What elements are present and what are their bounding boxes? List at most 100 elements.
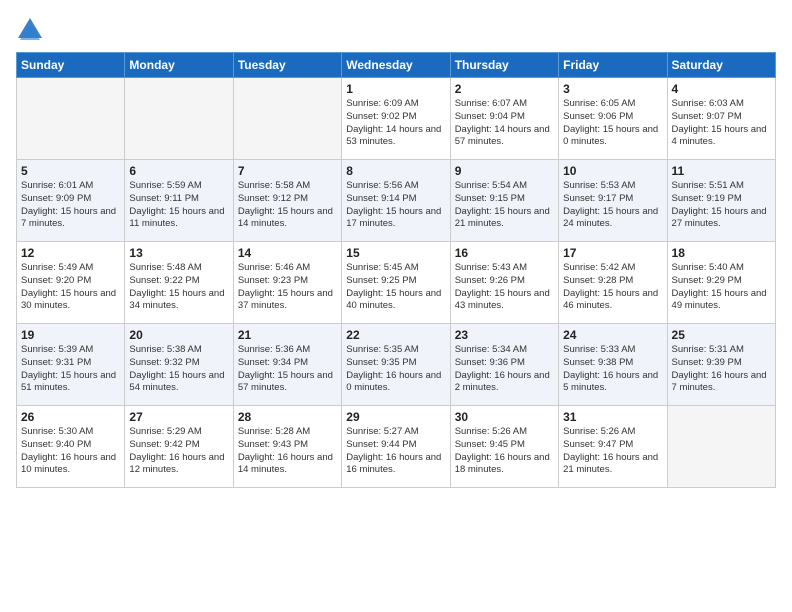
day-number: 8 xyxy=(346,164,445,178)
day-number: 19 xyxy=(21,328,120,342)
calendar-cell: 11 Sunrise: 5:51 AM Sunset: 9:19 PM Dayli… xyxy=(667,160,775,242)
weekday-header-friday: Friday xyxy=(559,53,667,78)
day-info: Sunrise: 5:36 AM Sunset: 9:34 PM Dayligh… xyxy=(238,344,337,395)
day-number: 6 xyxy=(129,164,228,178)
day-info: Sunrise: 5:40 AM Sunset: 9:29 PM Dayligh… xyxy=(672,262,771,313)
calendar-cell xyxy=(17,78,125,160)
week-row-1: 5 Sunrise: 6:01 AM Sunset: 9:09 PM Daylig… xyxy=(17,160,776,242)
week-row-4: 26 Sunrise: 5:30 AM Sunset: 9:40 PM Dayli… xyxy=(17,406,776,488)
calendar-cell: 31Sunrise: 5:26 AM Sunset: 9:47 PM Dayli… xyxy=(559,406,667,488)
day-number: 13 xyxy=(129,246,228,260)
calendar-cell: 22 Sunrise: 5:35 AM Sunset: 9:35 PM Dayli… xyxy=(342,324,450,406)
day-info: Sunrise: 5:26 AM Sunset: 9:45 PM Dayligh… xyxy=(455,426,554,477)
weekday-header-thursday: Thursday xyxy=(450,53,558,78)
day-number: 14 xyxy=(238,246,337,260)
day-number: 21 xyxy=(238,328,337,342)
calendar-cell xyxy=(125,78,233,160)
calendar: SundayMondayTuesdayWednesdayThursdayFrid… xyxy=(16,52,776,488)
header xyxy=(16,16,776,44)
day-info: Sunrise: 5:56 AM Sunset: 9:14 PM Dayligh… xyxy=(346,180,445,231)
week-row-2: 12 Sunrise: 5:49 AM Sunset: 9:20 PM Dayli… xyxy=(17,242,776,324)
day-info: Sunrise: 6:07 AM Sunset: 9:04 PM Dayligh… xyxy=(455,98,554,149)
calendar-cell: 12 Sunrise: 5:49 AM Sunset: 9:20 PM Dayli… xyxy=(17,242,125,324)
day-number: 17 xyxy=(563,246,662,260)
day-number: 1 xyxy=(346,82,445,96)
day-number: 15 xyxy=(346,246,445,260)
calendar-cell: 3 Sunrise: 6:05 AM Sunset: 9:06 PM Daylig… xyxy=(559,78,667,160)
day-number: 11 xyxy=(672,164,771,178)
day-info: Sunrise: 5:46 AM Sunset: 9:23 PM Dayligh… xyxy=(238,262,337,313)
calendar-cell xyxy=(233,78,341,160)
calendar-cell: 7 Sunrise: 5:58 AM Sunset: 9:12 PM Daylig… xyxy=(233,160,341,242)
calendar-cell: 23 Sunrise: 5:34 AM Sunset: 9:36 PM Dayli… xyxy=(450,324,558,406)
calendar-cell xyxy=(667,406,775,488)
day-number: 5 xyxy=(21,164,120,178)
calendar-cell: 20 Sunrise: 5:38 AM Sunset: 9:32 PM Dayli… xyxy=(125,324,233,406)
calendar-cell: 5 Sunrise: 6:01 AM Sunset: 9:09 PM Daylig… xyxy=(17,160,125,242)
day-number: 30 xyxy=(455,410,554,424)
day-number: 18 xyxy=(672,246,771,260)
day-info: Sunrise: 5:34 AM Sunset: 9:36 PM Dayligh… xyxy=(455,344,554,395)
weekday-header-row: SundayMondayTuesdayWednesdayThursdayFrid… xyxy=(17,53,776,78)
day-info: Sunrise: 5:38 AM Sunset: 9:32 PM Dayligh… xyxy=(129,344,228,395)
calendar-cell: 24 Sunrise: 5:33 AM Sunset: 9:38 PM Dayli… xyxy=(559,324,667,406)
week-row-3: 19 Sunrise: 5:39 AM Sunset: 9:31 PM Dayli… xyxy=(17,324,776,406)
day-info: Sunrise: 5:42 AM Sunset: 9:28 PM Dayligh… xyxy=(563,262,662,313)
day-info: Sunrise: 5:35 AM Sunset: 9:35 PM Dayligh… xyxy=(346,344,445,395)
day-info: Sunrise: 5:33 AM Sunset: 9:38 PM Dayligh… xyxy=(563,344,662,395)
calendar-cell: 13 Sunrise: 5:48 AM Sunset: 9:22 PM Dayli… xyxy=(125,242,233,324)
logo-icon xyxy=(16,16,44,44)
day-number: 24 xyxy=(563,328,662,342)
day-number: 26 xyxy=(21,410,120,424)
day-info: Sunrise: 5:49 AM Sunset: 9:20 PM Dayligh… xyxy=(21,262,120,313)
calendar-cell: 9Sunrise: 5:54 AM Sunset: 9:15 PM Daylig… xyxy=(450,160,558,242)
calendar-cell: 26 Sunrise: 5:30 AM Sunset: 9:40 PM Dayli… xyxy=(17,406,125,488)
calendar-cell: 29 Sunrise: 5:27 AM Sunset: 9:44 PM Dayli… xyxy=(342,406,450,488)
day-number: 4 xyxy=(672,82,771,96)
day-info: Sunrise: 5:39 AM Sunset: 9:31 PM Dayligh… xyxy=(21,344,120,395)
calendar-cell: 17 Sunrise: 5:42 AM Sunset: 9:28 PM Dayli… xyxy=(559,242,667,324)
day-number: 3 xyxy=(563,82,662,96)
day-number: 28 xyxy=(238,410,337,424)
calendar-cell: 10Sunrise: 5:53 AM Sunset: 9:17 PM Dayli… xyxy=(559,160,667,242)
day-info: Sunrise: 5:28 AM Sunset: 9:43 PM Dayligh… xyxy=(238,426,337,477)
day-number: 23 xyxy=(455,328,554,342)
day-info: Sunrise: 5:30 AM Sunset: 9:40 PM Dayligh… xyxy=(21,426,120,477)
day-info: Sunrise: 5:59 AM Sunset: 9:11 PM Dayligh… xyxy=(129,180,228,231)
page: SundayMondayTuesdayWednesdayThursdayFrid… xyxy=(0,0,792,612)
day-info: Sunrise: 5:51 AM Sunset: 9:19 PM Dayligh… xyxy=(672,180,771,231)
calendar-cell: 1 Sunrise: 6:09 AM Sunset: 9:02 PM Daylig… xyxy=(342,78,450,160)
day-number: 22 xyxy=(346,328,445,342)
day-number: 29 xyxy=(346,410,445,424)
day-number: 27 xyxy=(129,410,228,424)
weekday-header-tuesday: Tuesday xyxy=(233,53,341,78)
calendar-cell: 2Sunrise: 6:07 AM Sunset: 9:04 PM Daylig… xyxy=(450,78,558,160)
day-info: Sunrise: 5:31 AM Sunset: 9:39 PM Dayligh… xyxy=(672,344,771,395)
day-info: Sunrise: 6:01 AM Sunset: 9:09 PM Dayligh… xyxy=(21,180,120,231)
logo xyxy=(16,16,48,44)
day-info: Sunrise: 5:45 AM Sunset: 9:25 PM Dayligh… xyxy=(346,262,445,313)
day-info: Sunrise: 5:58 AM Sunset: 9:12 PM Dayligh… xyxy=(238,180,337,231)
weekday-header-saturday: Saturday xyxy=(667,53,775,78)
day-info: Sunrise: 6:05 AM Sunset: 9:06 PM Dayligh… xyxy=(563,98,662,149)
calendar-cell: 19 Sunrise: 5:39 AM Sunset: 9:31 PM Dayli… xyxy=(17,324,125,406)
calendar-cell: 8 Sunrise: 5:56 AM Sunset: 9:14 PM Daylig… xyxy=(342,160,450,242)
day-info: Sunrise: 5:48 AM Sunset: 9:22 PM Dayligh… xyxy=(129,262,228,313)
weekday-header-sunday: Sunday xyxy=(17,53,125,78)
day-info: Sunrise: 6:09 AM Sunset: 9:02 PM Dayligh… xyxy=(346,98,445,149)
day-info: Sunrise: 5:54 AM Sunset: 9:15 PM Dayligh… xyxy=(455,180,554,231)
day-number: 12 xyxy=(21,246,120,260)
calendar-cell: 14 Sunrise: 5:46 AM Sunset: 9:23 PM Dayli… xyxy=(233,242,341,324)
weekday-header-monday: Monday xyxy=(125,53,233,78)
calendar-cell: 25 Sunrise: 5:31 AM Sunset: 9:39 PM Dayli… xyxy=(667,324,775,406)
day-info: Sunrise: 5:53 AM Sunset: 9:17 PM Dayligh… xyxy=(563,180,662,231)
day-number: 20 xyxy=(129,328,228,342)
day-info: Sunrise: 5:43 AM Sunset: 9:26 PM Dayligh… xyxy=(455,262,554,313)
day-number: 7 xyxy=(238,164,337,178)
calendar-cell: 6 Sunrise: 5:59 AM Sunset: 9:11 PM Daylig… xyxy=(125,160,233,242)
day-number: 25 xyxy=(672,328,771,342)
calendar-cell: 18 Sunrise: 5:40 AM Sunset: 9:29 PM Dayli… xyxy=(667,242,775,324)
calendar-cell: 16Sunrise: 5:43 AM Sunset: 9:26 PM Dayli… xyxy=(450,242,558,324)
weekday-header-wednesday: Wednesday xyxy=(342,53,450,78)
day-info: Sunrise: 5:27 AM Sunset: 9:44 PM Dayligh… xyxy=(346,426,445,477)
